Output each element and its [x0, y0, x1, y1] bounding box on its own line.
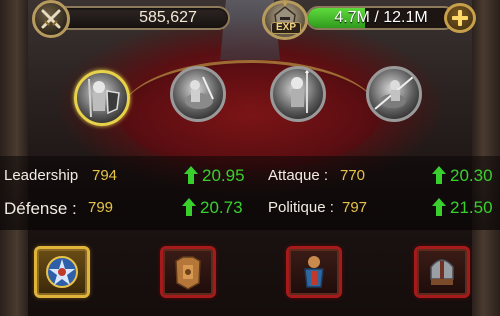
plus-icon	[452, 10, 468, 26]
attack-label: Attaque :	[268, 167, 329, 184]
equipment-slot-3[interactable]	[286, 246, 342, 298]
exp-label: EXP	[271, 22, 301, 34]
general-portrait-3[interactable]	[270, 66, 326, 122]
politics-bonus: 21.50	[450, 198, 493, 217]
defense-value: 799	[88, 199, 114, 216]
up-arrow-icon	[184, 166, 198, 184]
leadership-bonus: 20.95	[202, 166, 245, 185]
crossed-swords-icon[interactable]	[32, 0, 70, 38]
top-bar: 585,627 4.7M / 12.1M EXP	[0, 0, 500, 44]
warrior-icon	[291, 69, 309, 113]
exp-value: 4.7M / 12.1M	[334, 9, 428, 26]
general-portrait-4[interactable]	[366, 66, 422, 122]
politics-label: Politique :	[268, 199, 334, 216]
add-exp-button[interactable]	[444, 3, 476, 33]
defense-label: Défense :	[4, 199, 77, 218]
up-arrow-icon	[182, 198, 196, 216]
general-portrait-1[interactable]	[74, 70, 130, 126]
charging-knight-icon	[374, 76, 414, 110]
warrior-idol-icon	[304, 256, 324, 288]
up-arrow-icon	[432, 198, 446, 216]
bronze-armor-icon	[175, 256, 201, 290]
leadership-value: 794	[92, 167, 118, 184]
equipment-slot-2[interactable]	[160, 246, 216, 298]
equipment-slot-4[interactable]	[414, 246, 470, 298]
leadership-label: Leadership	[4, 167, 79, 184]
attack-value: 770	[340, 167, 366, 184]
general-portrait-2[interactable]	[170, 66, 226, 122]
up-arrow-icon	[432, 166, 446, 184]
defense-bonus: 20.73	[200, 198, 243, 217]
power-value: 585,627	[139, 9, 197, 26]
attack-bonus: 20.30	[450, 166, 493, 185]
blue-star-emblem-icon	[46, 256, 78, 288]
red-carpet	[120, 60, 380, 170]
politics-value: 797	[342, 199, 368, 216]
cavalry-icon	[185, 76, 214, 109]
knight-with-shield-icon	[88, 78, 120, 118]
hero-portrait-icon[interactable]	[262, 0, 308, 40]
equipment-slot-1[interactable]	[34, 246, 90, 298]
steel-helmet-icon	[430, 259, 454, 285]
